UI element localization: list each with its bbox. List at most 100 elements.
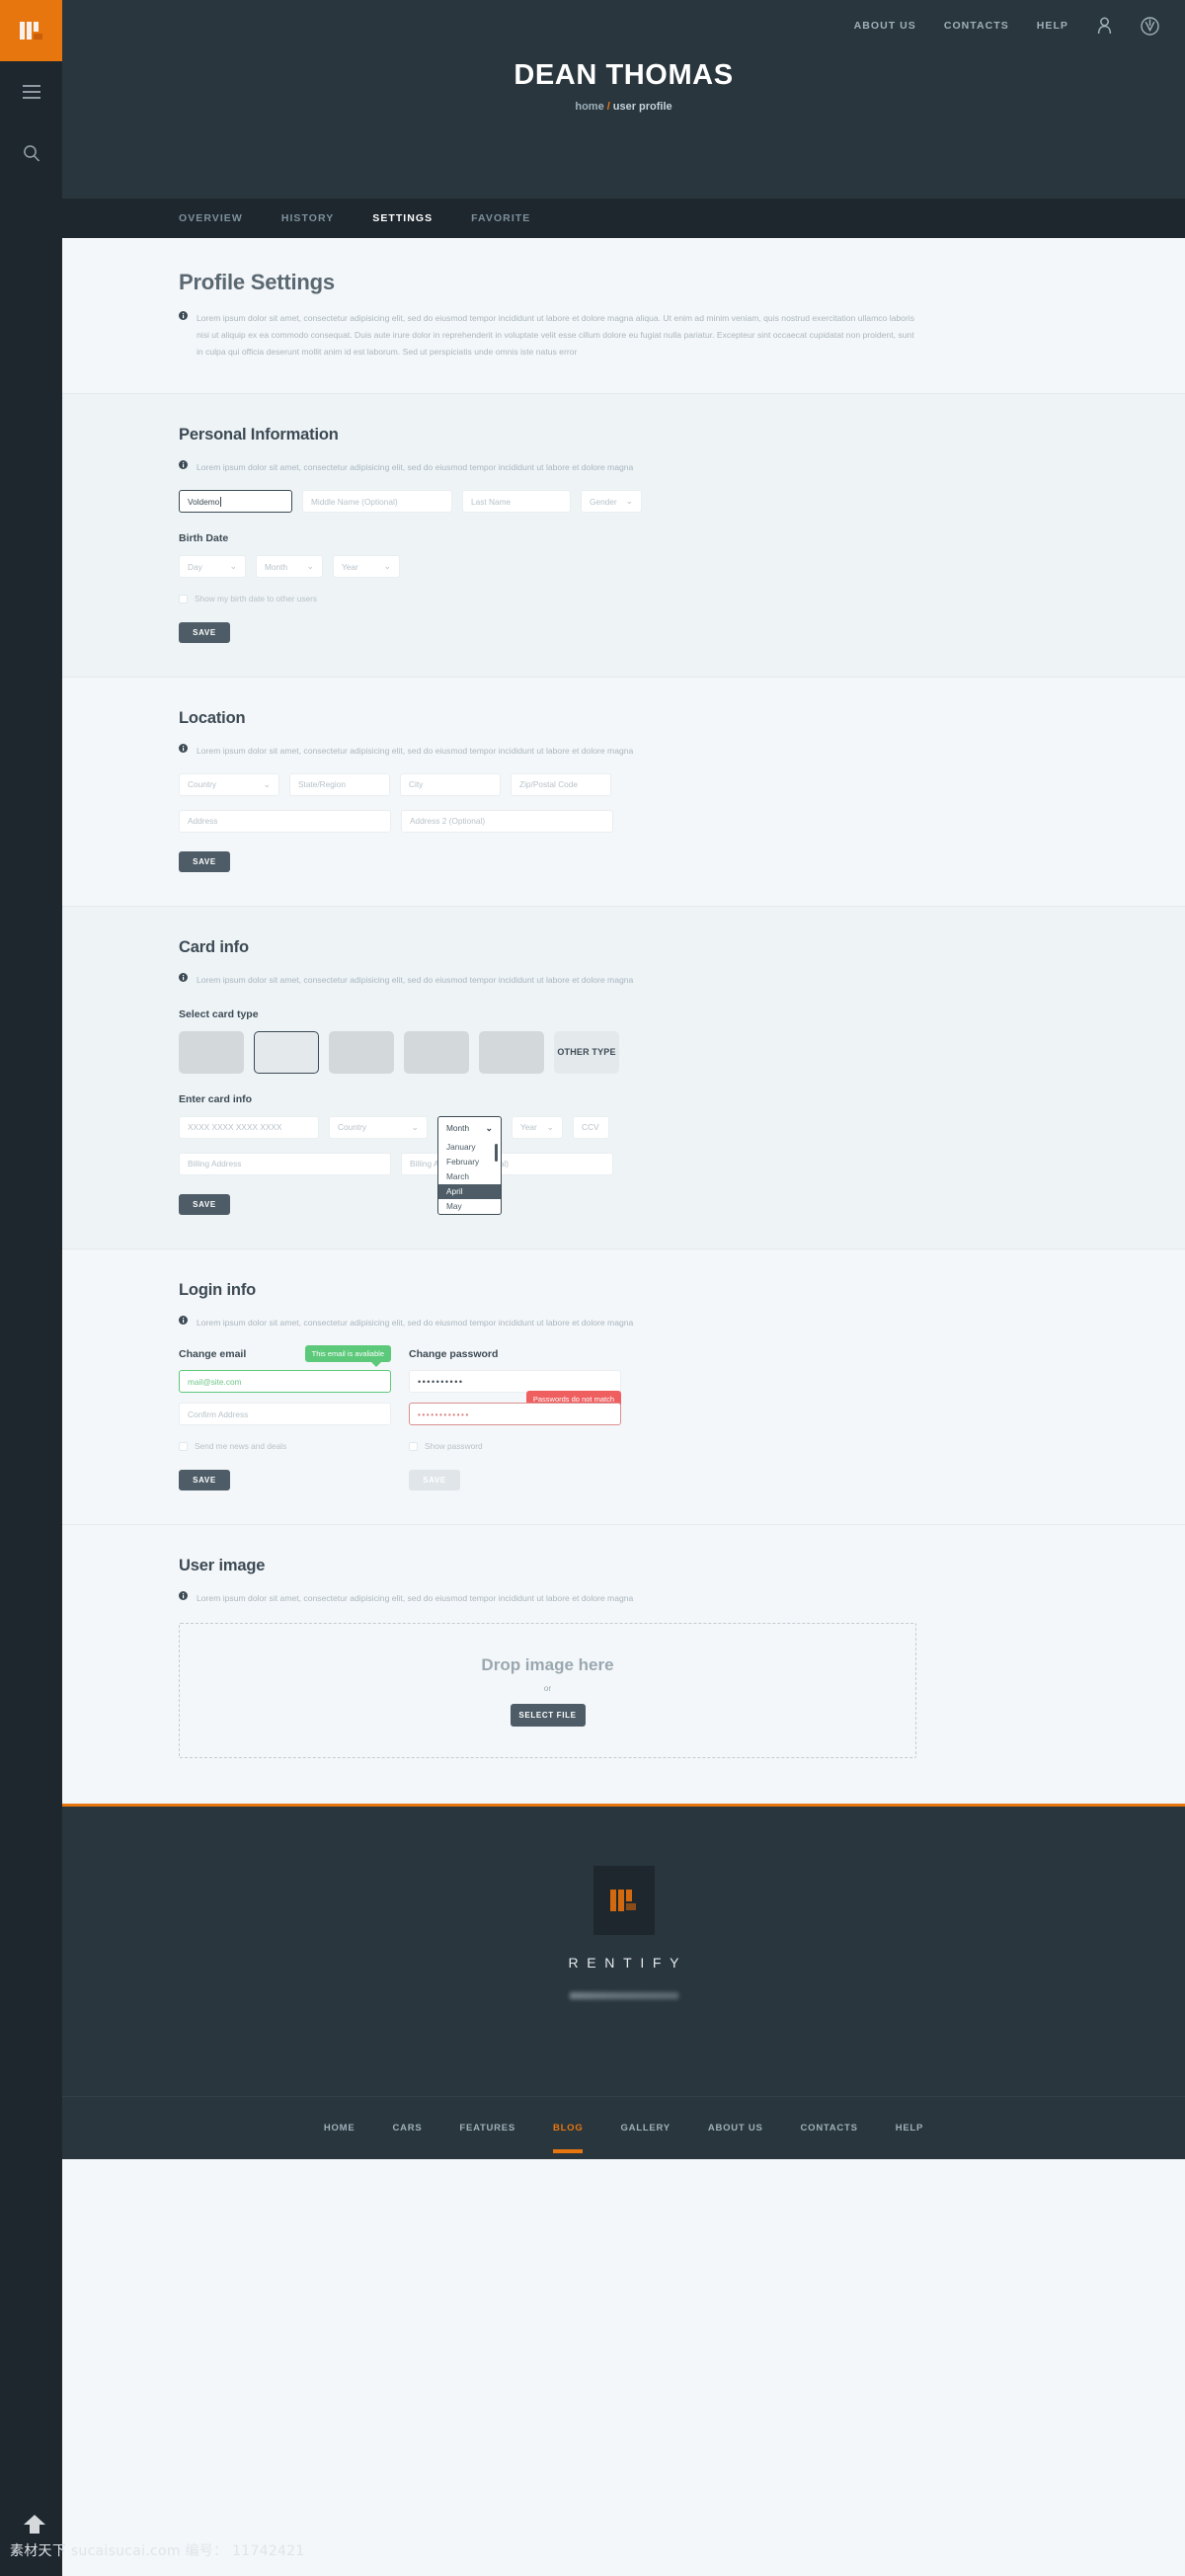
last-name-input[interactable]: Last Name (462, 490, 571, 513)
profile-tabs: OVERVIEW HISTORY SETTINGS FAVORITE (62, 199, 1185, 247)
image-dropzone[interactable]: Drop image here or SELECT FILE (179, 1623, 916, 1758)
card-month-option-january[interactable]: January (438, 1140, 501, 1155)
card-country-placeholder: Country (338, 1122, 367, 1132)
profile-intro-note: Lorem ipsum dolor sit amet, consectetur … (179, 310, 916, 360)
user-account-button[interactable] (1096, 17, 1113, 35)
brand-circle-button[interactable] (1141, 16, 1159, 36)
show-password-checkbox-row[interactable]: Show password (409, 1441, 621, 1451)
email-input[interactable]: mail@site.com (179, 1370, 391, 1394)
botnav-item-help[interactable]: HELP (896, 2123, 923, 2133)
card-type-tile-3[interactable] (329, 1030, 394, 1074)
card-month-dropdown-head[interactable]: Month ⌄ (438, 1117, 501, 1140)
select-card-type-label: Select card type (179, 1007, 259, 1020)
botnav-item-features[interactable]: FEATURES (459, 2123, 515, 2133)
password-save-button[interactable]: SAVE (409, 1470, 460, 1491)
topnav-item-help[interactable]: HELP (1037, 20, 1068, 32)
info-icon (179, 1315, 188, 1325)
email-available-tooltip: This email is avaliable (304, 1345, 391, 1368)
first-name-input[interactable]: Voldemo (179, 490, 292, 513)
card-type-tile-2-selected[interactable] (254, 1030, 319, 1074)
rail-logo[interactable] (0, 0, 62, 61)
personal-info-note: Lorem ipsum dolor sit amet, consectetur … (179, 459, 916, 476)
tab-favorite[interactable]: FAVORITE (471, 212, 530, 224)
tab-overview[interactable]: OVERVIEW (179, 212, 243, 224)
botnav-item-blog[interactable]: BLOG (553, 2123, 584, 2153)
menu-icon (22, 85, 40, 99)
birth-year-select[interactable]: Year ⌄ (333, 555, 400, 578)
confirm-email-placeholder: Confirm Address (188, 1409, 249, 1419)
zip-placeholder: Zip/Postal Code (519, 779, 579, 790)
birth-day-placeholder: Day (188, 561, 202, 572)
news-checkbox-row[interactable]: Send me news and deals (179, 1441, 391, 1451)
dropdown-scrollbar[interactable] (495, 1143, 498, 1162)
birth-month-placeholder: Month (265, 561, 288, 572)
card-type-tile-5[interactable] (479, 1030, 544, 1074)
card-number-input[interactable]: XXXX XXXX XXXX XXXX (179, 1115, 319, 1139)
search-button[interactable] (0, 122, 62, 184)
gender-select[interactable]: Gender ⌄ (581, 490, 642, 513)
city-input[interactable]: City (400, 772, 501, 796)
footer-logo[interactable] (592, 1866, 655, 1935)
card-type-tile-4[interactable] (404, 1030, 469, 1074)
card-month-option-march[interactable]: March (438, 1169, 501, 1184)
billing-address-input[interactable]: Billing Address (179, 1152, 391, 1175)
confirm-password-value: •••••••••••• (418, 1409, 470, 1419)
login-info-title: Login info (179, 1280, 257, 1299)
card-type-other-button[interactable]: OTHER TYPE (554, 1030, 619, 1074)
show-birthdate-checkbox-row[interactable]: Show my birth date to other users (179, 594, 916, 604)
news-checkbox[interactable] (179, 1441, 188, 1451)
confirm-email-input[interactable]: Confirm Address (179, 1403, 391, 1426)
topnav-item-about-us[interactable]: ABOUT US (854, 20, 916, 32)
address-input[interactable]: Address (179, 809, 391, 833)
botnav-item-cars[interactable]: CARS (392, 2123, 422, 2133)
botnav-item-home[interactable]: HOME (324, 2123, 356, 2133)
user-image-title: User image (179, 1557, 266, 1575)
birth-month-select[interactable]: Month ⌄ (256, 555, 323, 578)
brand-circle-icon (1141, 16, 1159, 36)
select-file-button[interactable]: SELECT FILE (510, 1703, 586, 1727)
city-placeholder: City (409, 779, 424, 790)
birth-date-label: Birth Date (179, 532, 229, 544)
zip-input[interactable]: Zip/Postal Code (511, 772, 611, 796)
state-input[interactable]: State/Region (289, 772, 390, 796)
tab-settings[interactable]: SETTINGS (372, 212, 433, 224)
card-month-select-wrapper: Month ⌄ January February March April May (437, 1115, 502, 1215)
birth-day-select[interactable]: Day ⌄ (179, 555, 246, 578)
breadcrumb-home[interactable]: home (575, 101, 603, 113)
card-country-select[interactable]: Country ⌄ (329, 1115, 428, 1139)
email-save-button[interactable]: SAVE (179, 1470, 230, 1491)
card-month-option-may[interactable]: May (438, 1199, 501, 1214)
personal-save-button[interactable]: SAVE (179, 622, 230, 643)
card-save-button[interactable]: SAVE (179, 1193, 230, 1215)
card-month-dropdown[interactable]: Month ⌄ January February March April May (437, 1115, 502, 1215)
topnav-item-contacts[interactable]: CONTACTS (944, 20, 1009, 32)
botnav-item-gallery[interactable]: GALLERY (620, 2123, 670, 2133)
change-password-label: Change password (409, 1348, 499, 1361)
user-image-note: Lorem ipsum dolor sit amet, consectetur … (179, 1590, 916, 1607)
show-password-label: Show password (425, 1441, 483, 1452)
card-fields-row: XXXX XXXX XXXX XXXX Country ⌄ Month ⌄ Ja… (179, 1115, 916, 1215)
menu-button[interactable] (0, 61, 62, 122)
hero: DEAN THOMAS home / user profile (62, 38, 1185, 113)
address2-input[interactable]: Address 2 (Optional) (401, 809, 613, 833)
card-ccv-input[interactable]: CCV (573, 1115, 609, 1139)
card-month-option-april[interactable]: April (438, 1183, 501, 1199)
bottom-navigation: HOME CARS FEATURES BLOG GALLERY ABOUT US… (62, 2096, 1185, 2159)
country-select[interactable]: Country ⌄ (179, 772, 279, 796)
botnav-item-about-us[interactable]: ABOUT US (708, 2123, 763, 2133)
login-columns: Change email This email is avaliable mai… (179, 1345, 916, 1491)
middle-name-input[interactable]: Middle Name (Optional) (302, 490, 452, 513)
card-ccv-placeholder: CCV (582, 1122, 599, 1132)
tab-history[interactable]: HISTORY (281, 212, 334, 224)
card-year-select[interactable]: Year ⌄ (512, 1115, 563, 1139)
card-month-option-february[interactable]: February (438, 1155, 501, 1169)
billing-address2-input[interactable]: Billing Address 2 (Optional) (401, 1152, 613, 1175)
botnav-item-contacts[interactable]: CONTACTS (801, 2123, 858, 2133)
show-password-checkbox[interactable] (409, 1441, 418, 1451)
password-input[interactable]: •••••••••• (409, 1370, 621, 1394)
confirm-password-input[interactable]: •••••••••••• (409, 1403, 621, 1426)
card-type-tile-1[interactable] (179, 1030, 244, 1074)
text-caret (220, 496, 222, 507)
show-birthdate-checkbox[interactable] (179, 594, 188, 604)
location-save-button[interactable]: SAVE (179, 850, 230, 872)
